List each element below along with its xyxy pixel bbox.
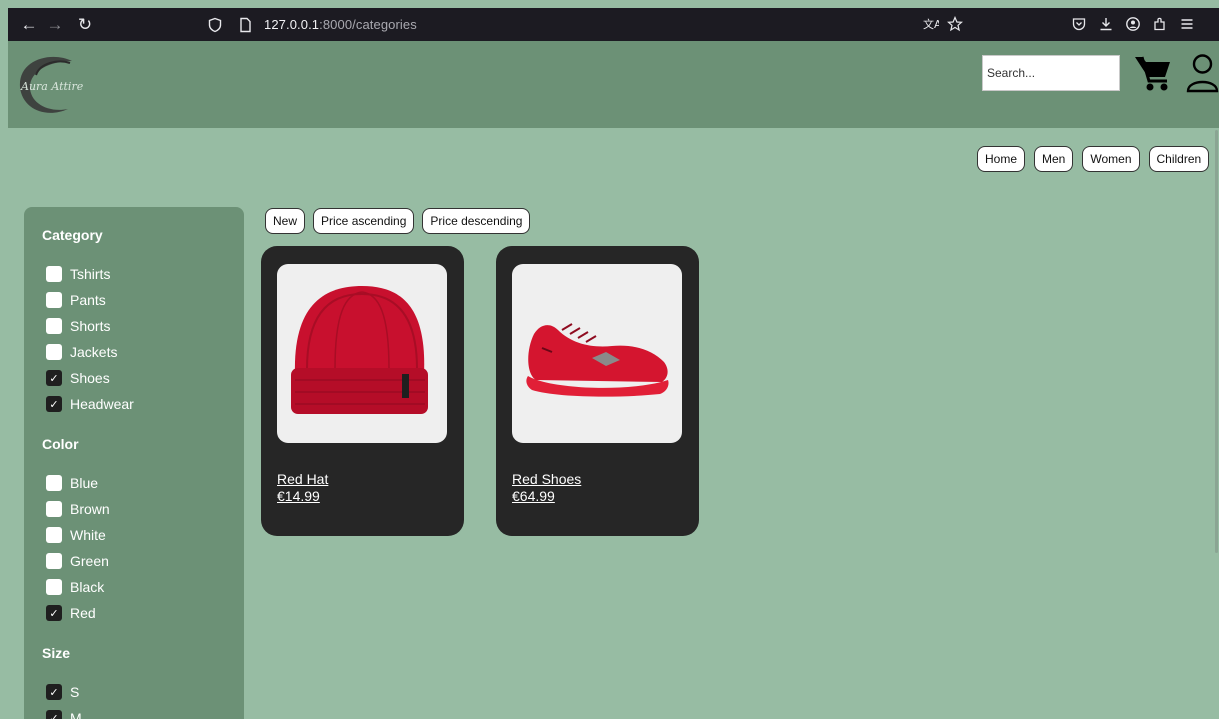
- nav-women-button[interactable]: Women: [1082, 146, 1140, 172]
- filter-category-jackets[interactable]: Jackets: [46, 344, 117, 360]
- extensions-icon[interactable]: [1149, 13, 1171, 35]
- product-name[interactable]: Red Shoes: [512, 471, 581, 487]
- filter-category-tshirts[interactable]: Tshirts: [46, 266, 110, 282]
- page-scrollbar[interactable]: [1215, 130, 1218, 553]
- sort-price-ascending-button[interactable]: Price ascending: [313, 208, 415, 234]
- checkbox-brown[interactable]: [46, 501, 62, 517]
- size-heading: Size: [42, 645, 71, 661]
- filter-category-shorts[interactable]: Shorts: [46, 318, 110, 334]
- product-price[interactable]: €14.99: [277, 488, 320, 504]
- color-heading: Color: [42, 436, 79, 452]
- checkbox-s[interactable]: ✓: [46, 684, 62, 700]
- browser-toolbar: ← → ↻ 127.0.0.1:8000/categories 文A: [8, 8, 1219, 41]
- option-label: White: [70, 527, 106, 543]
- shopping-cart-icon[interactable]: [1134, 53, 1172, 93]
- menu-icon[interactable]: [1176, 13, 1198, 35]
- download-icon[interactable]: [1095, 13, 1117, 35]
- option-label: Red: [70, 605, 96, 621]
- product-card-red-shoes[interactable]: Red Shoes €64.99: [496, 246, 699, 536]
- nav-children-button[interactable]: Children: [1148, 146, 1210, 172]
- site-header: Aura Attire: [8, 41, 1219, 128]
- checkbox-green[interactable]: [46, 553, 62, 569]
- option-label: Shoes: [70, 370, 110, 386]
- filter-color-brown[interactable]: Brown: [46, 501, 110, 517]
- option-label: M: [70, 710, 82, 719]
- checkbox-red[interactable]: ✓: [46, 605, 62, 621]
- product-card-red-hat[interactable]: Red Hat €14.99: [261, 246, 464, 536]
- shield-icon[interactable]: [204, 14, 226, 36]
- checkbox-tshirts[interactable]: [46, 266, 62, 282]
- url-host: 127.0.0.1: [264, 17, 320, 32]
- option-label: Black: [70, 579, 105, 595]
- back-arrow-icon[interactable]: ←: [16, 8, 42, 41]
- sort-bar: New Price ascending Price descending: [265, 208, 531, 234]
- filter-color-white[interactable]: White: [46, 527, 106, 543]
- checkbox-headwear[interactable]: ✓: [46, 396, 62, 412]
- search-input[interactable]: [982, 55, 1120, 91]
- translate-icon[interactable]: 文A: [920, 13, 942, 35]
- option-label: Blue: [70, 475, 99, 491]
- option-label: S: [70, 684, 80, 700]
- filter-category-pants[interactable]: Pants: [46, 292, 106, 308]
- product-price[interactable]: €64.99: [512, 488, 555, 504]
- reload-icon[interactable]: ↻: [72, 8, 98, 41]
- option-label: Headwear: [70, 396, 134, 412]
- bookmark-star-icon[interactable]: [944, 13, 966, 35]
- option-label: Shorts: [70, 318, 111, 334]
- sort-price-descending-button[interactable]: Price descending: [422, 208, 531, 234]
- address-bar[interactable]: 127.0.0.1:8000/categories: [204, 8, 417, 41]
- filter-color-blue[interactable]: Blue: [46, 475, 98, 491]
- forward-arrow-icon[interactable]: →: [42, 8, 68, 41]
- option-label: Pants: [70, 292, 106, 308]
- svg-text:文A: 文A: [923, 17, 939, 31]
- filter-color-black[interactable]: Black: [46, 579, 104, 595]
- filter-size-s[interactable]: ✓ S: [46, 684, 79, 700]
- category-heading: Category: [42, 227, 103, 243]
- filter-color-red[interactable]: ✓ Red: [46, 605, 96, 621]
- option-label: Jackets: [70, 344, 118, 360]
- product-name[interactable]: Red Hat: [277, 471, 328, 487]
- sort-new-button[interactable]: New: [265, 208, 306, 234]
- url-path: :8000/categories: [319, 17, 417, 32]
- option-label: Tshirts: [70, 266, 111, 282]
- sneaker-shoe-icon: [526, 323, 669, 397]
- url-text[interactable]: 127.0.0.1:8000/categories: [264, 17, 417, 32]
- filter-category-headwear[interactable]: ✓ Headwear: [46, 396, 134, 412]
- pocket-icon[interactable]: [1068, 13, 1090, 35]
- checkbox-blue[interactable]: [46, 475, 62, 491]
- option-label: Green: [70, 553, 109, 569]
- filter-sidebar: Category Tshirts Pants Shorts Jackets ✓ …: [24, 207, 244, 719]
- checkbox-white[interactable]: [46, 527, 62, 543]
- checkbox-jackets[interactable]: [46, 344, 62, 360]
- checkbox-m[interactable]: ✓: [46, 710, 62, 719]
- checkbox-black[interactable]: [46, 579, 62, 595]
- option-label: Brown: [70, 501, 110, 517]
- user-account-icon[interactable]: [1186, 53, 1219, 93]
- checkbox-pants[interactable]: [46, 292, 62, 308]
- nav-home-button[interactable]: Home: [977, 146, 1026, 172]
- nav-men-button[interactable]: Men: [1034, 146, 1074, 172]
- account-icon[interactable]: [1122, 13, 1144, 35]
- filter-category-shoes[interactable]: ✓ Shoes: [46, 370, 110, 386]
- beanie-hat-icon: [291, 286, 428, 414]
- filter-size-m[interactable]: ✓ M: [46, 710, 82, 719]
- main-nav: Home Men Women Children: [977, 146, 1210, 172]
- logo[interactable]: Aura Attire: [12, 53, 88, 119]
- product-image-red-shoes[interactable]: [512, 264, 682, 443]
- logo-text: Aura Attire: [21, 80, 84, 93]
- page-icon: [234, 14, 256, 36]
- filter-color-green[interactable]: Green: [46, 553, 109, 569]
- product-image-red-hat[interactable]: [277, 264, 447, 443]
- checkbox-shoes[interactable]: ✓: [46, 370, 62, 386]
- checkbox-shorts[interactable]: [46, 318, 62, 334]
